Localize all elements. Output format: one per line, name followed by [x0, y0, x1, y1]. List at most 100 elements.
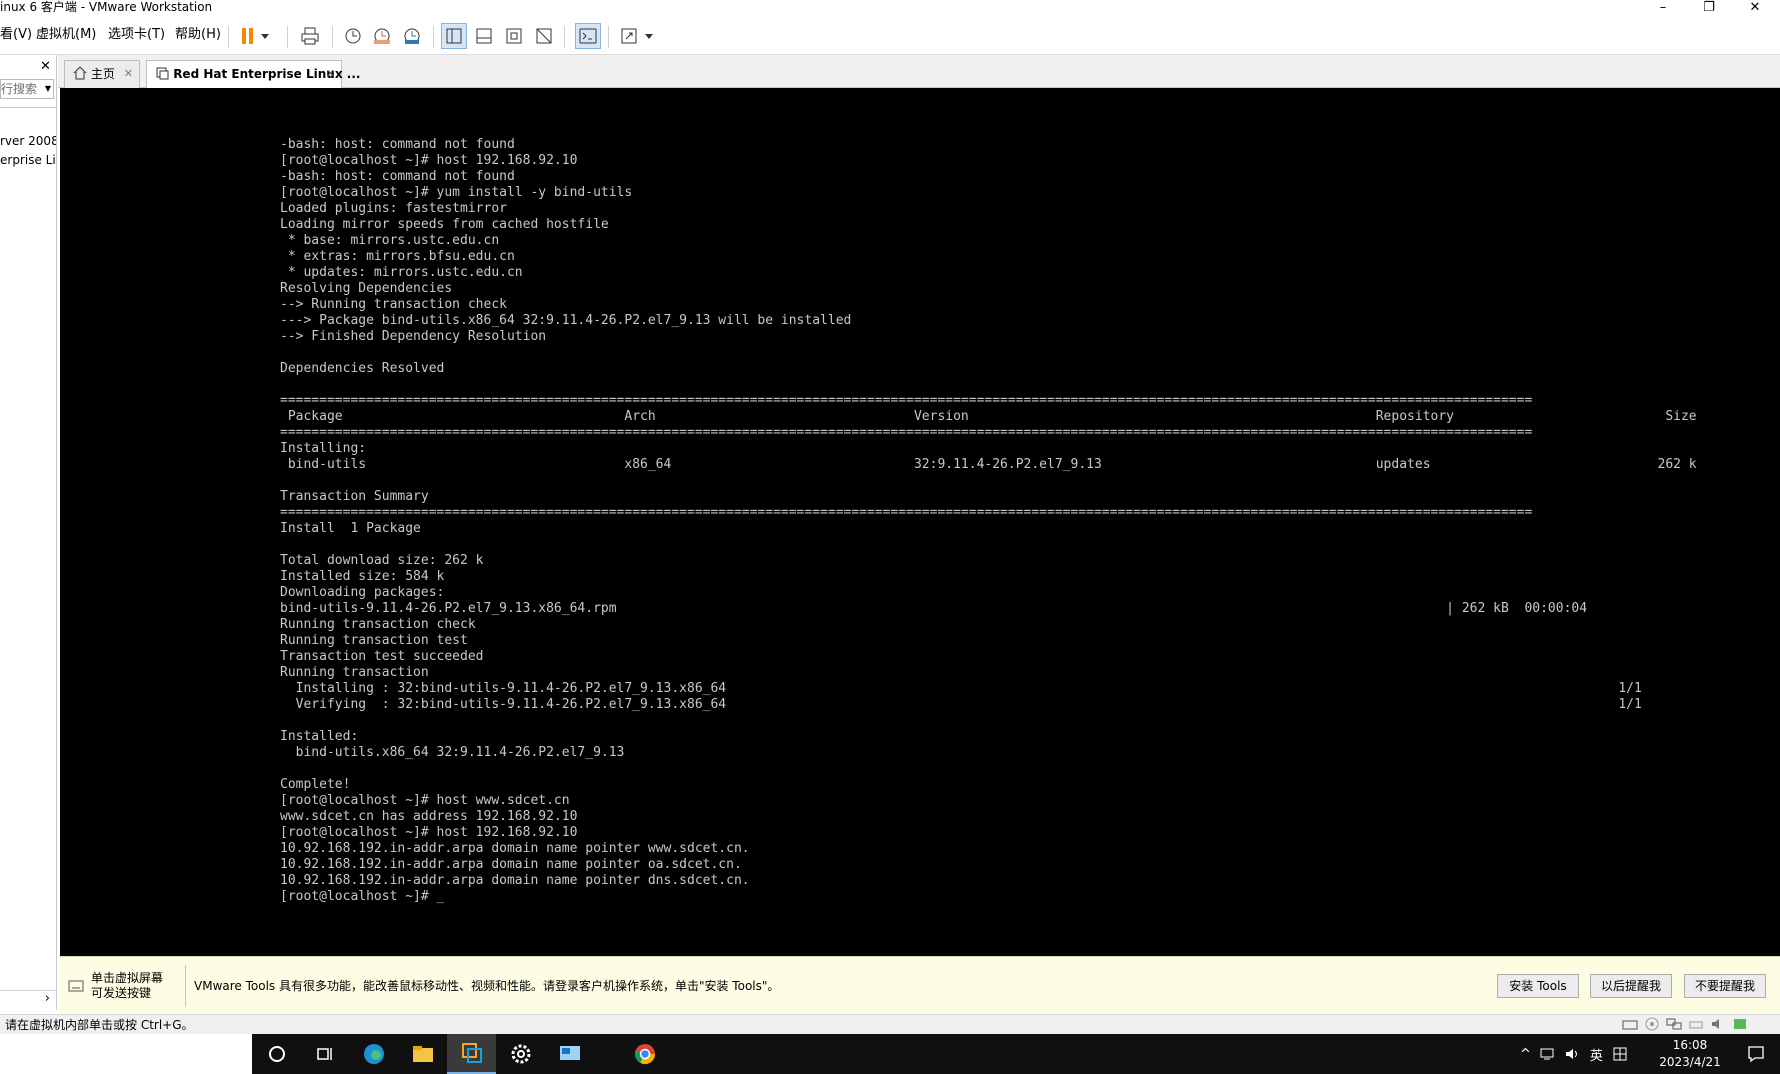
- unity-button[interactable]: [531, 23, 557, 49]
- input-method-indicator[interactable]: 英: [1590, 1045, 1603, 1064]
- terminal-output: -bash: host: command not found [root@loca…: [280, 137, 1697, 905]
- menu-vm[interactable]: 虚拟机(M): [36, 25, 96, 45]
- clock-date: 2023/4/21: [1659, 1055, 1721, 1069]
- restore-button[interactable]: ❐: [1686, 0, 1732, 17]
- task-view-button[interactable]: [300, 1034, 349, 1074]
- full-screen-button[interactable]: [501, 23, 527, 49]
- close-window-button[interactable]: ✕: [1732, 0, 1778, 17]
- library-scrollbar[interactable]: ›: [0, 990, 56, 1008]
- terminal-line: [root@localhost ~]# host www.sdcet.cn: [280, 793, 570, 808]
- menu-help[interactable]: 帮助(H): [175, 25, 221, 45]
- tab-rhel-close-icon[interactable]: ✕: [326, 61, 335, 87]
- library-tree: rver 2008 erprise Li: [0, 107, 56, 987]
- ime-grid-icon[interactable]: [1612, 1047, 1628, 1061]
- volume-icon[interactable]: [1565, 1047, 1581, 1061]
- remind-later-button[interactable]: 以后提醒我: [1590, 974, 1672, 998]
- bottom-bar-layout-icon: [476, 28, 492, 44]
- chrome-icon: [634, 1044, 655, 1065]
- terminal-line: 10.92.168.192.in-addr.arpa domain name p…: [280, 841, 750, 856]
- send-ctrl-alt-del-button[interactable]: [297, 23, 323, 49]
- folder-icon: [412, 1046, 433, 1062]
- terminal-line: Running transaction test: [280, 633, 468, 648]
- toolbar-separator: [564, 26, 565, 48]
- terminal-line: Transaction test succeeded: [280, 649, 484, 664]
- taskbar-edge[interactable]: [349, 1034, 398, 1074]
- library-item-server-2008[interactable]: rver 2008: [0, 134, 56, 148]
- terminal-line: ========================================…: [280, 505, 1533, 520]
- library-search-input[interactable]: 行搜索 ▼: [0, 79, 54, 99]
- clock[interactable]: 16:08 2023/4/21: [1650, 1037, 1730, 1071]
- terminal-line: 10.92.168.192.in-addr.arpa domain name p…: [280, 873, 750, 888]
- fullscreen-icon: [506, 28, 522, 44]
- terminal-line: -bash: host: command not found: [280, 137, 515, 152]
- minimize-button[interactable]: –: [1640, 0, 1686, 17]
- taskbar-file-explorer[interactable]: [398, 1034, 447, 1074]
- install-tools-button[interactable]: 安装 Tools: [1497, 974, 1579, 998]
- edge-icon: [363, 1044, 384, 1064]
- taskbar-remote-desktop[interactable]: [545, 1034, 594, 1074]
- sidebar-layout-icon: [446, 28, 462, 44]
- terminal-line: Verifying : 32:bind-utils-9.11.4-26.P2.e…: [280, 697, 1642, 712]
- notice-divider: [185, 965, 186, 1007]
- snapshot-button[interactable]: [340, 23, 366, 49]
- terminal-line: Total download size: 262 k: [280, 553, 484, 568]
- tab-bar: 主页 ✕ Red Hat Enterprise Linux ... ✕: [58, 55, 1780, 89]
- vm-icon: [156, 67, 169, 80]
- terminal-line: Package Arch Version Repository Size: [280, 409, 1697, 424]
- search-circle-icon: [268, 1046, 285, 1062]
- terminal-line: ========================================…: [280, 393, 1533, 408]
- terminal-line: Install 1 Package: [280, 521, 421, 536]
- tab-rhel-vm[interactable]: Red Hat Enterprise Linux ... ✕: [146, 60, 360, 89]
- stretch-icon: [621, 28, 653, 44]
- window-titlebar: inux 6 客户端 - VMware Workstation – ❐ ✕: [0, 0, 1780, 17]
- task-view-icon: [316, 1048, 332, 1060]
- cd-drive-icon[interactable]: [1644, 1017, 1660, 1031]
- terminal-line: Installed:: [280, 729, 359, 744]
- menu-view[interactable]: 看(V): [0, 25, 32, 45]
- hard-disk-icon[interactable]: [1622, 1017, 1638, 1031]
- thumbnail-bar-button[interactable]: [471, 23, 497, 49]
- snapshot-manager-button[interactable]: [399, 23, 425, 49]
- revert-snapshot-button[interactable]: [369, 23, 395, 49]
- taskbar-settings[interactable]: [496, 1034, 545, 1074]
- library-search-placeholder: 行搜索: [1, 82, 38, 96]
- sound-card-icon[interactable]: [1710, 1017, 1726, 1031]
- stretch-guest-button[interactable]: [617, 23, 657, 49]
- terminal-line: --> Finished Dependency Resolution: [280, 329, 547, 344]
- window-title: inux 6 客户端 - VMware Workstation: [0, 0, 213, 14]
- unity-icon: [536, 28, 552, 44]
- action-center-button[interactable]: [1731, 1034, 1780, 1074]
- terminal-line: Downloading packages:: [280, 585, 445, 600]
- printer-device-icon[interactable]: [1688, 1017, 1704, 1031]
- clock-time: 16:08: [1672, 1038, 1708, 1052]
- library-item-rhel[interactable]: erprise Li: [0, 153, 56, 167]
- tab-home-close-icon[interactable]: ✕: [124, 61, 133, 87]
- menu-tabs[interactable]: 选项卡(T): [108, 25, 165, 45]
- menu-toolbar: 看(V) 虚拟机(M) 选项卡(T) 帮助(H): [0, 17, 1780, 55]
- taskbar-vmware[interactable]: [447, 1034, 496, 1074]
- status-text: 请在虚拟机内部单击或按 Ctrl+G。: [5, 1018, 194, 1032]
- show-library-button[interactable]: [441, 23, 467, 49]
- terminal-line: bind-utils-9.11.4-26.P2.el7_9.13.x86_64.…: [280, 601, 1588, 616]
- taskbar-chrome[interactable]: [620, 1034, 669, 1074]
- terminal-line: * updates: mirrors.ustc.edu.cn: [280, 265, 523, 280]
- terminal-line: bind-utils.x86_64 32:9.11.4-26.P2.el7_9.…: [280, 745, 625, 760]
- cortana-button[interactable]: [252, 1034, 301, 1074]
- never-remind-button[interactable]: 不要提醒我: [1684, 974, 1766, 998]
- message-icon[interactable]: [1732, 1017, 1748, 1031]
- terminal-line: ========================================…: [280, 425, 1533, 440]
- toolbar-separator: [332, 26, 333, 48]
- tray-chevron-up-icon[interactable]: ^: [1520, 1047, 1531, 1062]
- network-adapter-icon[interactable]: [1666, 1017, 1682, 1031]
- pause-button[interactable]: [238, 23, 272, 49]
- library-close-button[interactable]: ✕: [40, 59, 51, 74]
- tab-home[interactable]: 主页 ✕: [64, 60, 140, 88]
- terminal-line: Complete!: [280, 777, 351, 792]
- network-icon[interactable]: [1540, 1047, 1556, 1061]
- vmware-tools-notice: 单击虚拟屏幕 可发送按键 VMware Tools 具有很多功能，能改善鼠标移动…: [60, 956, 1780, 1014]
- gear-icon: [511, 1044, 530, 1064]
- vm-console[interactable]: -bash: host: command not found [root@loca…: [60, 88, 1780, 956]
- console-view-button[interactable]: [575, 23, 601, 49]
